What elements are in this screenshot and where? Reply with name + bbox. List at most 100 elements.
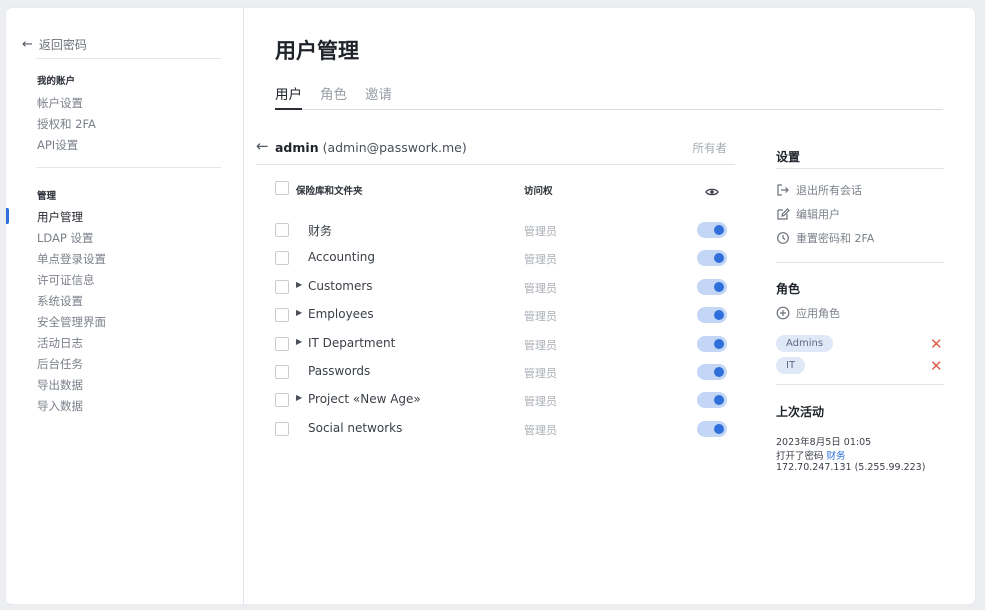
vault-name[interactable]: Employees — [308, 307, 374, 321]
toggle-knob — [714, 225, 724, 235]
table-row[interactable]: Passwords 管理员 — [275, 362, 735, 384]
toggle-knob — [714, 310, 724, 320]
access-level: 管理员 — [524, 339, 557, 352]
row-checkbox[interactable] — [275, 422, 289, 436]
user-email: (admin@passwork.me) — [322, 140, 467, 155]
vault-name[interactable]: Accounting — [308, 250, 375, 264]
sidebar-heading-admin: 管理 — [37, 191, 57, 202]
edit-icon — [777, 208, 790, 220]
toggle-knob — [714, 424, 724, 434]
vault-name[interactable]: Passwords — [308, 364, 370, 378]
caret-right-icon[interactable]: ▶ — [296, 280, 302, 289]
logout-all-label: 退出所有会话 — [796, 184, 862, 197]
table-row[interactable]: Social networks 管理员 — [275, 419, 735, 441]
panel-divider — [776, 384, 944, 385]
tab-users[interactable]: 用户 — [275, 83, 302, 103]
user-header: ← admin (admin@passwork.me) 所有者 — [256, 137, 735, 165]
role-chip-it[interactable]: IT — [776, 357, 806, 374]
row-checkbox[interactable] — [275, 393, 289, 407]
visibility-toggle[interactable] — [697, 222, 727, 238]
access-level: 管理员 — [524, 282, 557, 295]
access-level: 管理员 — [524, 225, 557, 238]
vault-name[interactable]: Project «New Age» — [308, 392, 421, 406]
last-activity-datetime: 2023年8月5日 01:05 — [776, 437, 872, 448]
row-checkbox[interactable] — [275, 308, 289, 322]
table-row[interactable]: ▶ IT Department 管理员 — [275, 334, 735, 356]
last-activity-action: 打开了密码 财务 — [776, 448, 846, 462]
column-vaults: 保险库和文件夹 — [296, 186, 363, 197]
sidebar-item-activity-log[interactable]: 活动日志 — [37, 335, 83, 351]
panel-divider — [776, 168, 944, 169]
reset-password-2fa-button[interactable]: 重置密码和 2FA — [776, 230, 874, 246]
table-row[interactable]: ▶ Project «New Age» 管理员 — [275, 390, 735, 412]
panel-divider — [776, 262, 944, 263]
sidebar-item-export[interactable]: 导出数据 — [37, 377, 83, 393]
role-chip-admins[interactable]: Admins — [776, 335, 834, 352]
sidebar-item-account-settings[interactable]: 帐户设置 — [37, 95, 83, 111]
sidebar-item-security-dashboard[interactable]: 安全管理界面 — [37, 314, 106, 330]
toggle-knob — [714, 367, 724, 377]
sidebar-item-user-management[interactable]: 用户管理 — [37, 209, 83, 225]
remove-role-admins-icon[interactable]: ✕ — [930, 337, 943, 352]
select-all-checkbox[interactable] — [275, 181, 289, 195]
sidebar-item-auth-2fa[interactable]: 授权和 2FA — [37, 116, 96, 132]
tab-invitations[interactable]: 邀请 — [365, 83, 392, 103]
toggle-knob — [714, 282, 724, 292]
visibility-toggle[interactable] — [697, 250, 727, 266]
logout-all-sessions-button[interactable]: 退出所有会话 — [776, 182, 862, 198]
sidebar-item-ldap[interactable]: LDAP 设置 — [37, 230, 94, 246]
eye-icon[interactable] — [705, 182, 719, 201]
table-row[interactable]: ▶ Customers 管理员 — [275, 277, 735, 299]
sidebar-divider — [36, 58, 221, 59]
access-level: 管理员 — [524, 424, 557, 437]
row-checkbox[interactable] — [275, 280, 289, 294]
arrow-left-icon[interactable]: ← — [256, 137, 269, 155]
visibility-toggle[interactable] — [697, 392, 727, 408]
reset-icon — [777, 232, 789, 244]
sidebar-item-background-tasks[interactable]: 后台任务 — [37, 356, 83, 372]
vault-name[interactable]: IT Department — [308, 336, 395, 350]
caret-right-icon[interactable]: ▶ — [296, 337, 302, 346]
column-access: 访问权 — [524, 186, 553, 197]
settings-title: 设置 — [776, 150, 801, 164]
table-row[interactable]: ▶ Employees 管理员 — [275, 305, 735, 327]
row-checkbox[interactable] — [275, 337, 289, 351]
last-activity-ip: 172.70.247.131 (5.255.99.223) — [776, 462, 926, 473]
sidebar-item-system-settings[interactable]: 系统设置 — [37, 293, 83, 309]
active-indicator — [6, 208, 9, 224]
row-checkbox[interactable] — [275, 223, 289, 237]
tab-roles[interactable]: 角色 — [320, 83, 347, 103]
table-row[interactable]: Accounting 管理员 — [275, 248, 735, 270]
caret-right-icon[interactable]: ▶ — [296, 308, 302, 317]
sidebar-heading-account: 我的账户 — [37, 76, 76, 87]
caret-right-icon[interactable]: ▶ — [296, 393, 302, 402]
vault-name[interactable]: Social networks — [308, 421, 402, 435]
vault-name[interactable]: Customers — [308, 279, 373, 293]
sidebar-divider — [36, 167, 221, 168]
sidebar-item-import[interactable]: 导入数据 — [37, 398, 83, 414]
last-activity-target-link[interactable]: 财务 — [827, 451, 846, 462]
row-checkbox[interactable] — [275, 365, 289, 379]
back-to-passwords-link[interactable]: ← 返回密码 — [22, 36, 87, 53]
table-row[interactable]: 财务 管理员 — [275, 220, 735, 242]
apply-role-button[interactable]: 应用角色 — [776, 305, 840, 321]
row-checkbox[interactable] — [275, 251, 289, 265]
visibility-toggle[interactable] — [697, 307, 727, 323]
visibility-toggle[interactable] — [697, 364, 727, 380]
plus-circle-icon — [776, 306, 790, 320]
sidebar-item-api-settings[interactable]: API设置 — [37, 137, 78, 153]
sidebar-item-license[interactable]: 许可证信息 — [37, 272, 95, 288]
sidebar-item-sso[interactable]: 单点登录设置 — [37, 251, 106, 267]
vault-name[interactable]: 财务 — [308, 222, 332, 239]
visibility-toggle[interactable] — [697, 336, 727, 352]
remove-role-it-icon[interactable]: ✕ — [930, 359, 943, 374]
roles-title: 角色 — [776, 282, 801, 296]
visibility-toggle[interactable] — [697, 421, 727, 437]
last-activity-title: 上次活动 — [776, 405, 825, 419]
edit-user-button[interactable]: 编辑用户 — [776, 206, 840, 222]
access-level: 管理员 — [524, 253, 557, 266]
tab-bar: 用户 角色 邀请 — [275, 83, 943, 110]
table-header: 保险库和文件夹 访问权 — [275, 180, 735, 200]
access-level: 管理员 — [524, 367, 557, 380]
visibility-toggle[interactable] — [697, 279, 727, 295]
